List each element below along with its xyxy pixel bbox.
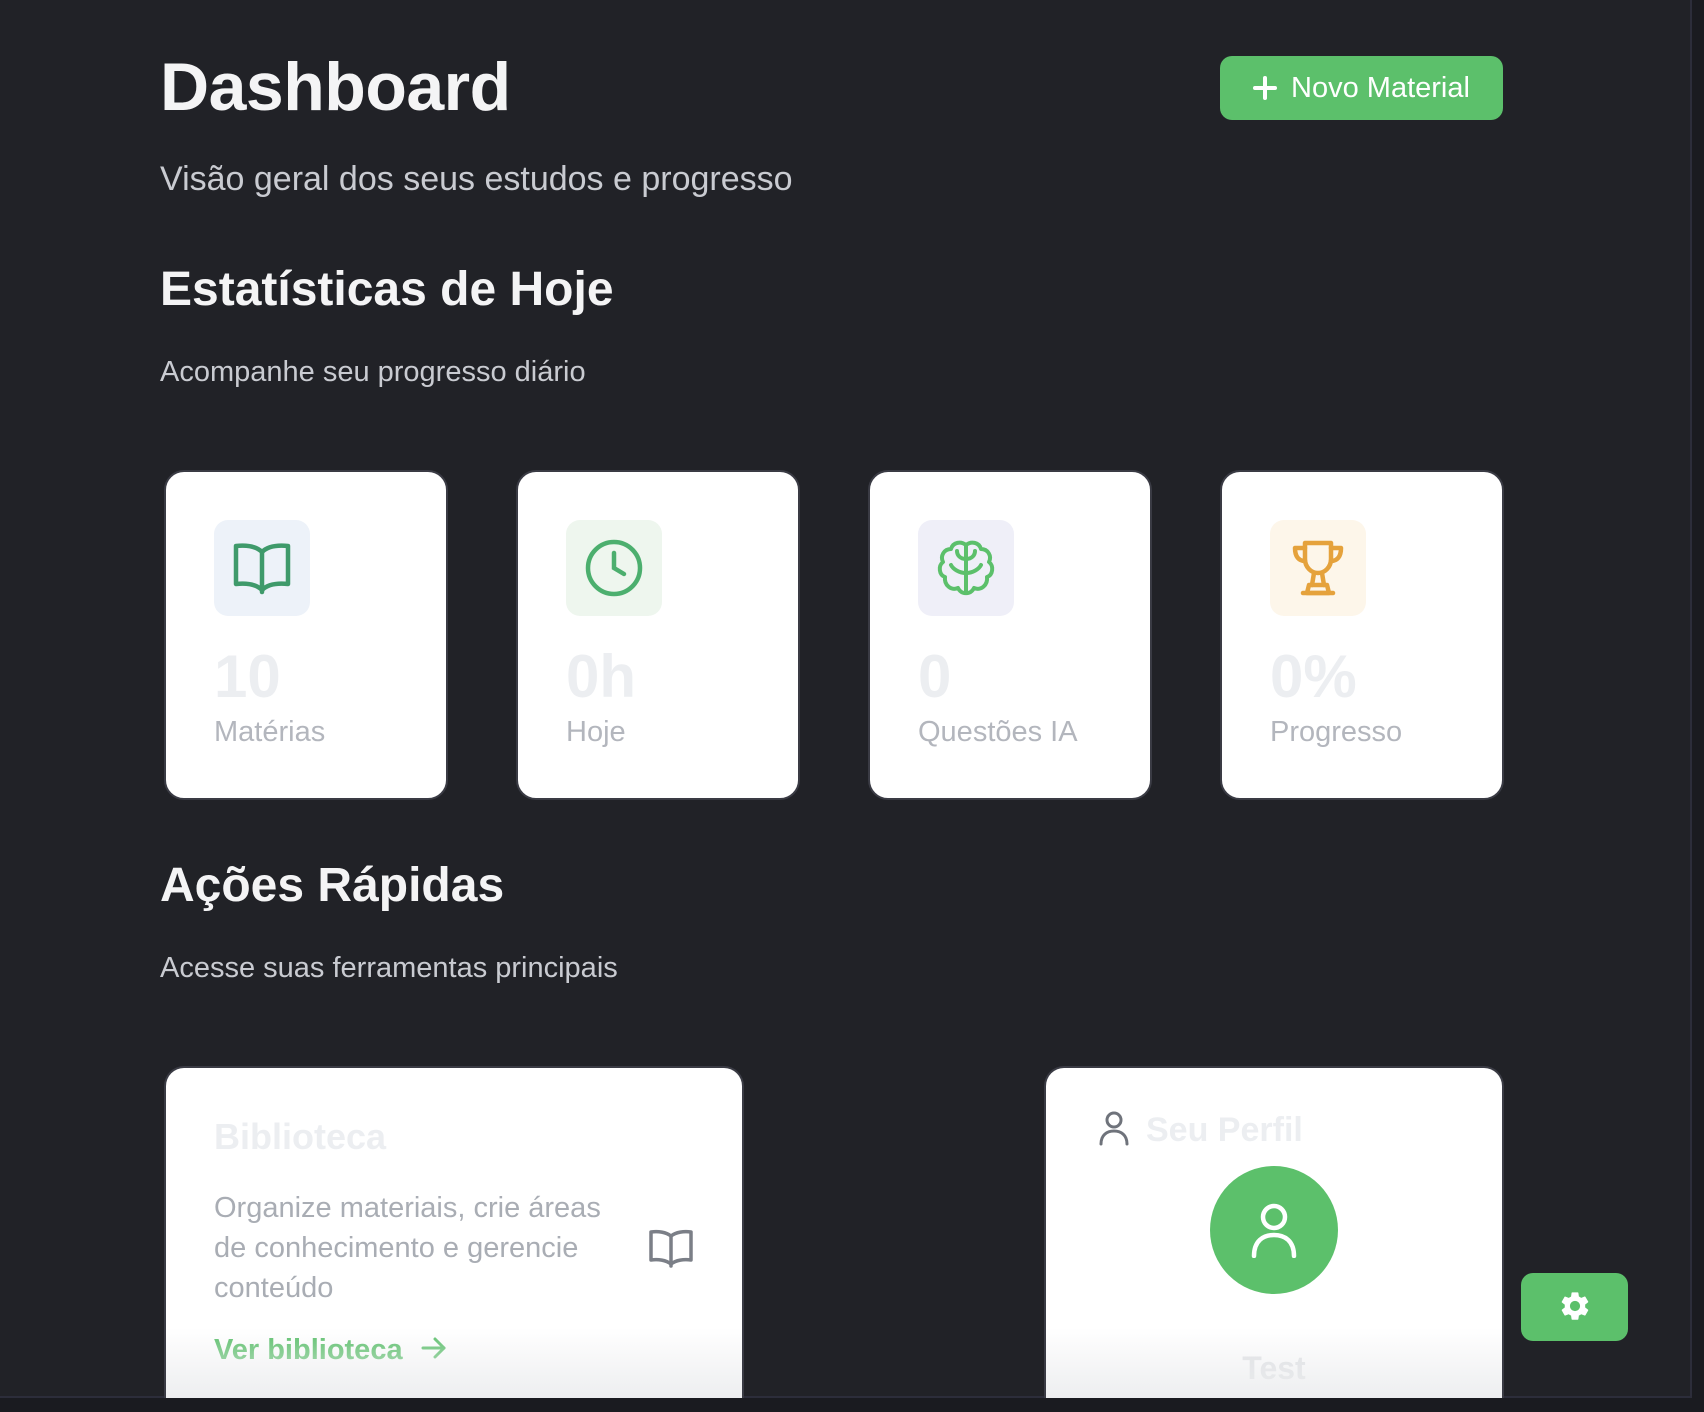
user-icon (1251, 1203, 1297, 1258)
new-material-label: Novo Material (1291, 71, 1470, 104)
book-open-icon (214, 520, 310, 616)
gear-icon (1558, 1289, 1592, 1326)
stat-value: 10 (214, 643, 281, 710)
brain-icon (918, 520, 1014, 616)
actions-section-title: Ações Rápidas (160, 859, 505, 912)
view-library-link[interactable]: Ver biblioteca (214, 1334, 447, 1367)
avatar (1210, 1166, 1338, 1294)
stat-card-progresso: 0% Progresso (1220, 470, 1504, 800)
profile-name: Test (1242, 1350, 1306, 1386)
arrow-right-icon (421, 1334, 447, 1367)
settings-button[interactable] (1521, 1273, 1628, 1341)
stat-card-hoje: 0h Hoje (516, 470, 800, 800)
stats-section-title: Estatísticas de Hoje (160, 263, 614, 316)
clock-icon (566, 520, 662, 616)
stat-label: Matérias (214, 716, 326, 748)
stat-card-questoes: 0 Questões IA (868, 470, 1152, 800)
trophy-icon (1270, 520, 1366, 616)
window-edge-bottom (0, 1398, 1704, 1412)
new-material-button[interactable]: Novo Material (1220, 56, 1503, 120)
plus-icon (1253, 76, 1278, 100)
user-icon (1098, 1110, 1130, 1151)
stat-label: Hoje (566, 716, 626, 748)
stats-section-subtitle: Acompanhe seu progresso diário (160, 356, 586, 388)
book-open-icon (648, 1228, 694, 1273)
actions-section-subtitle: Acesse suas ferramentas principais (160, 952, 618, 984)
profile-title: Seu Perfil (1146, 1111, 1303, 1149)
library-description: Organize materiais, crie áreas de conhec… (214, 1192, 601, 1304)
window-edge (1692, 0, 1704, 1398)
library-title: Biblioteca (214, 1116, 387, 1157)
profile-card[interactable]: Seu Perfil Test (1044, 1066, 1504, 1398)
stat-label: Progresso (1270, 716, 1403, 748)
profile-header: Seu Perfil (1098, 1110, 1303, 1151)
view-library-label: Ver biblioteca (214, 1334, 403, 1366)
stat-label: Questões IA (918, 716, 1078, 748)
stat-card-materias: 10 Matérias (164, 470, 448, 800)
stat-value: 0% (1270, 643, 1357, 710)
page-title: Dashboard (160, 49, 511, 125)
stat-value: 0h (566, 643, 637, 710)
stat-value: 0 (918, 643, 952, 710)
library-card[interactable]: Biblioteca Organize materiais, crie área… (164, 1066, 744, 1398)
page-subtitle: Visão geral dos seus estudos e progresso (160, 160, 793, 198)
